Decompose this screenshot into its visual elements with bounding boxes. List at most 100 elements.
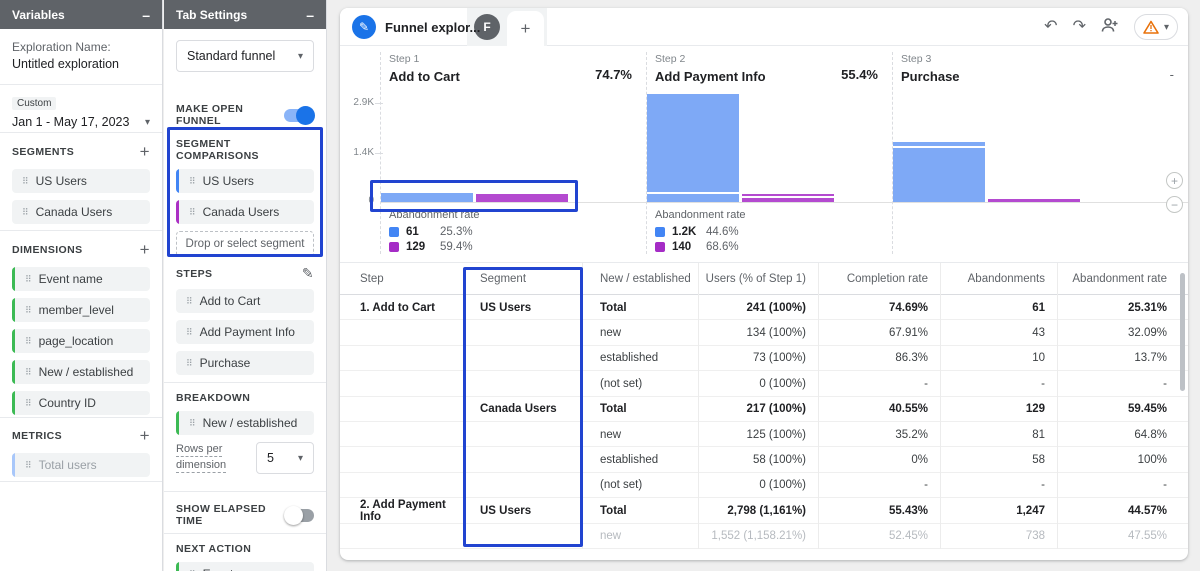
table-header-row: StepSegmentNew / establishedUsers (% of … bbox=[340, 263, 1188, 295]
step-chip[interactable]: ⠿Purchase bbox=[176, 351, 314, 375]
drag-handle-icon[interactable]: ⠿ bbox=[186, 358, 193, 369]
table-cell-users: 1,552 (1,158.21%) bbox=[698, 524, 818, 549]
drag-handle-icon[interactable]: ⠿ bbox=[189, 207, 196, 218]
abandonment-legend-row: 1.2K 44.6% bbox=[655, 226, 746, 238]
table-cell-abandonments: 129 bbox=[940, 397, 1057, 422]
abandonment-legend-title: Abandonment rate bbox=[655, 209, 746, 221]
chip-label: Total users bbox=[39, 458, 97, 472]
chip-label: Event name bbox=[39, 272, 103, 286]
drag-handle-icon[interactable]: ⠿ bbox=[22, 207, 29, 218]
segment-comparison-chip[interactable]: ⠿Canada Users bbox=[176, 200, 314, 224]
drop-segment-zone[interactable]: Drop or select segment bbox=[176, 231, 314, 257]
drag-handle-icon[interactable]: ⠿ bbox=[189, 176, 196, 187]
table-cell-breakdown: Total bbox=[582, 295, 698, 320]
zoom-in-icon[interactable]: + bbox=[1166, 172, 1183, 189]
table-column-header[interactable]: Abandonments bbox=[940, 263, 1057, 295]
table-scrollbar[interactable] bbox=[1180, 273, 1185, 391]
drag-handle-icon[interactable]: ⠿ bbox=[25, 274, 32, 285]
dimension-chip[interactable]: ⠿ member_level bbox=[12, 298, 150, 322]
table-column-header[interactable]: Users (% of Step 1) bbox=[698, 263, 818, 295]
active-tab[interactable]: ✎ Funnel explor... ▾ bbox=[352, 8, 494, 46]
drag-handle-icon[interactable]: ⠿ bbox=[25, 460, 32, 471]
abandonment-legend: Abandonment rate 1.2K 44.6% 140 68.6% bbox=[655, 209, 746, 253]
make-open-funnel-toggle[interactable] bbox=[284, 109, 314, 122]
funnel-bar-us-users[interactable] bbox=[893, 142, 985, 202]
date-range-section[interactable]: Custom Jan 1 - May 17, 2023 ▾ bbox=[0, 93, 162, 129]
segment-comparisons-list: ⠿US Users ⠿Canada Users bbox=[176, 169, 314, 224]
dimension-chip[interactable]: ⠿Country ID bbox=[12, 391, 150, 415]
y-axis-tick: 0 bbox=[340, 195, 374, 206]
rows-per-dimension-label: Rows per dimension bbox=[176, 442, 226, 474]
step-chip[interactable]: ⠿Add to Cart bbox=[176, 289, 314, 313]
rows-per-dimension-select[interactable]: 5 ▾ bbox=[256, 442, 314, 474]
table-cell-users: 125 (100%) bbox=[698, 422, 818, 447]
drag-handle-icon[interactable]: ⠿ bbox=[25, 398, 32, 409]
undo-icon[interactable]: ↶ bbox=[1044, 19, 1057, 35]
funnel-bar-us-users[interactable] bbox=[381, 193, 473, 202]
step-chip[interactable]: ⠿ Add Payment Info bbox=[176, 320, 314, 344]
drag-handle-icon[interactable]: ⠿ bbox=[22, 176, 29, 187]
table-cell-completion: 40.55% bbox=[818, 397, 940, 422]
funnel-bar-us-users[interactable] bbox=[647, 94, 739, 202]
table-cell-breakdown: new bbox=[582, 422, 698, 447]
exploration-canvas: + F ✎ Funnel explor... ▾ ↶ ↷ ▾ 2.9K 1.4K… bbox=[340, 8, 1188, 560]
warning-menu-button[interactable]: ▾ bbox=[1134, 14, 1178, 40]
breakdown-list: ⠿New / established bbox=[176, 411, 314, 435]
segment-chip[interactable]: ⠿Canada Users bbox=[12, 200, 150, 224]
zoom-out-icon[interactable]: − bbox=[1166, 196, 1183, 213]
table-column-header[interactable]: Completion rate bbox=[818, 263, 940, 295]
table-cell-abandonment_rate: 44.57% bbox=[1057, 498, 1183, 523]
redo-icon[interactable]: ↷ bbox=[1073, 19, 1086, 35]
table-column-header[interactable]: New / established bbox=[582, 263, 698, 295]
metric-chip[interactable]: ⠿ Total users bbox=[12, 453, 150, 477]
table-column-header[interactable]: Step bbox=[340, 263, 462, 295]
table-cell-completion: - bbox=[818, 473, 940, 498]
add-tab-button[interactable]: + bbox=[507, 11, 544, 46]
legend-swatch-icon bbox=[655, 242, 665, 252]
dimension-chip[interactable]: ⠿ Event name bbox=[12, 267, 150, 291]
funnel-bar-canada-users[interactable] bbox=[988, 199, 1080, 202]
abandonment-count: 140 bbox=[672, 241, 700, 253]
table-cell-abandonment_rate: - bbox=[1057, 371, 1183, 396]
warning-triangle-icon bbox=[1143, 20, 1159, 34]
table-cell-completion: 0% bbox=[818, 447, 940, 472]
drag-handle-icon[interactable]: ⠿ bbox=[25, 305, 32, 316]
table-cell-completion: 35.2% bbox=[818, 422, 940, 447]
drag-handle-icon[interactable]: ⠿ bbox=[186, 296, 193, 307]
drag-handle-icon[interactable]: ⠿ bbox=[25, 336, 32, 347]
breakdown-chip[interactable]: ⠿New / established bbox=[176, 411, 314, 435]
share-add-user-icon[interactable] bbox=[1101, 17, 1119, 37]
funnel-bar-canada-users[interactable] bbox=[476, 194, 568, 202]
segment-comparison-chip[interactable]: ⠿US Users bbox=[176, 169, 314, 193]
exploration-name-value[interactable]: Untitled exploration bbox=[12, 57, 150, 71]
next-action-chip[interactable]: ⠿Event name bbox=[176, 562, 314, 571]
table-cell-completion: 52.45% bbox=[818, 524, 940, 549]
chip-label: member_level bbox=[39, 303, 114, 317]
table-column-header[interactable]: Abandonment rate bbox=[1057, 263, 1183, 295]
add-dimension-button[interactable]: + bbox=[140, 240, 150, 260]
table-cell-step: 1. Add to Cart bbox=[340, 295, 462, 320]
drag-handle-icon[interactable]: ⠿ bbox=[186, 327, 193, 338]
add-metric-button[interactable]: + bbox=[140, 426, 150, 446]
table-column-header[interactable]: Segment bbox=[462, 263, 582, 295]
dimension-chip[interactable]: ⠿New / established bbox=[12, 360, 150, 384]
drag-handle-icon[interactable]: ⠿ bbox=[25, 367, 32, 378]
chevron-down-icon[interactable]: ▾ bbox=[145, 117, 150, 128]
minimize-tab-settings-button[interactable]: – bbox=[306, 10, 314, 20]
chip-label: Add Payment Info bbox=[200, 325, 295, 339]
show-elapsed-time-toggle[interactable] bbox=[285, 509, 314, 522]
funnel-bar-canada-users[interactable] bbox=[742, 194, 834, 202]
chevron-down-icon: ▾ bbox=[1164, 22, 1169, 33]
add-segment-button[interactable]: + bbox=[140, 142, 150, 162]
chip-label: US Users bbox=[36, 174, 87, 188]
technique-select[interactable]: Standard funnel ▾ bbox=[176, 40, 314, 72]
chevron-down-icon[interactable]: ▾ bbox=[489, 22, 494, 33]
edit-steps-pencil-icon[interactable]: ✎ bbox=[302, 265, 314, 282]
drag-handle-icon[interactable]: ⠿ bbox=[189, 418, 196, 429]
dimension-chip[interactable]: ⠿page_location bbox=[12, 329, 150, 353]
minimize-variables-button[interactable]: – bbox=[142, 10, 150, 20]
chip-color-bar bbox=[176, 411, 179, 435]
date-range-value[interactable]: Jan 1 - May 17, 2023 bbox=[12, 115, 129, 129]
y-axis-tick: 1.4K bbox=[340, 147, 374, 158]
segment-chip[interactable]: ⠿ US Users bbox=[12, 169, 150, 193]
